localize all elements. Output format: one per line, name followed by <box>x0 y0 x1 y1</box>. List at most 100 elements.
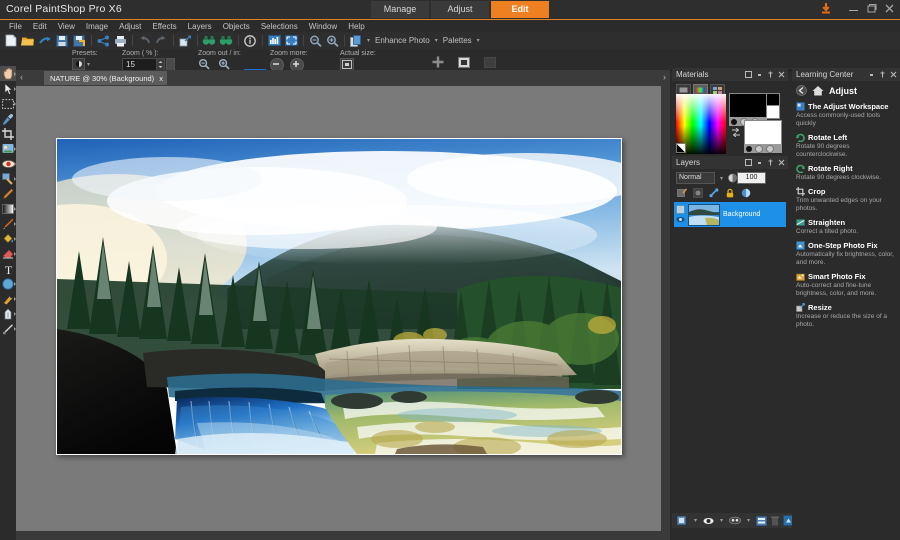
info-icon[interactable] <box>242 33 258 48</box>
back-arrow-icon[interactable] <box>796 85 807 96</box>
materials-menu-icon[interactable] <box>756 71 763 78</box>
print-icon[interactable] <box>112 33 128 48</box>
menu-window[interactable]: Window <box>304 22 343 31</box>
menu-adjust[interactable]: Adjust <box>114 22 147 31</box>
menu-effects[interactable]: Effects <box>147 22 182 31</box>
flood-fill-tool[interactable] <box>0 231 16 246</box>
save-as-icon[interactable] <box>71 33 87 48</box>
workspace-tab-adjust[interactable]: Adjust <box>431 1 489 18</box>
canvas-vertical-scrollbar[interactable] <box>661 86 670 540</box>
text-tool[interactable]: T <box>0 261 16 276</box>
background-material-bar[interactable] <box>744 144 782 153</box>
swap-colors-icon[interactable] <box>731 128 741 137</box>
zoom-out-button[interactable] <box>198 58 210 70</box>
learning-item-smart-photo-fix[interactable]: Smart Photo Fix Auto-correct and fine-tu… <box>792 269 900 300</box>
duplicate-dropdown-caret[interactable]: ▾ <box>367 37 370 44</box>
palettes-menu[interactable]: Palettes <box>440 36 475 45</box>
new-mask-icon[interactable] <box>703 516 714 526</box>
learning-center-pin-icon[interactable] <box>879 71 886 78</box>
duplicate-icon[interactable] <box>348 33 364 48</box>
layer-visibility-icon[interactable] <box>676 215 685 224</box>
presets-caret[interactable]: ▾ <box>87 61 90 68</box>
learning-item-rotate-right[interactable]: Rotate Right Rotate 90 degrees clockwise… <box>792 161 900 184</box>
scratch-remover-tool[interactable] <box>0 186 16 201</box>
opacity-input[interactable]: 100 <box>737 172 767 184</box>
resize-icon[interactable] <box>177 33 193 48</box>
download-updates-icon[interactable] <box>820 2 832 15</box>
menu-image[interactable]: Image <box>81 22 114 31</box>
layer-link-toggle-icon[interactable] <box>676 205 685 214</box>
menu-file[interactable]: File <box>4 22 28 31</box>
histogram-icon[interactable] <box>266 33 282 48</box>
new-raster-layer-icon[interactable] <box>677 188 687 198</box>
enhance-photo-menu[interactable]: Enhance Photo <box>372 36 433 45</box>
foreground-color-dot[interactable] <box>731 118 737 125</box>
minimize-button[interactable] <box>847 2 860 15</box>
smudge-tool[interactable] <box>0 291 16 306</box>
document-tab-nature[interactable]: NATURE @ 30% (Background) x <box>44 71 167 85</box>
tab-scroll-left[interactable]: ‹ <box>20 72 23 82</box>
canvas-horizontal-scrollbar[interactable] <box>16 531 670 540</box>
canvas-area[interactable] <box>16 86 670 540</box>
materials-maximize-icon[interactable] <box>745 71 752 78</box>
menu-view[interactable]: View <box>53 22 81 31</box>
layers-pin-icon[interactable] <box>767 159 774 166</box>
zoom-in-icon[interactable] <box>324 33 340 48</box>
gradient-tool[interactable] <box>0 201 16 216</box>
lock-icon[interactable] <box>725 188 735 198</box>
link-icon[interactable] <box>709 188 719 198</box>
crop-tool[interactable] <box>0 126 16 141</box>
selection-tool[interactable] <box>0 96 16 111</box>
materials-pin-icon[interactable] <box>767 71 774 78</box>
menu-help[interactable]: Help <box>343 22 370 31</box>
clone-brush-tool[interactable] <box>0 171 16 186</box>
pen-tool[interactable] <box>0 306 16 321</box>
redo-icon[interactable] <box>153 33 169 48</box>
new-adjustment-layer-icon[interactable] <box>741 188 751 198</box>
close-button[interactable] <box>883 2 896 15</box>
red-eye-tool[interactable] <box>0 156 16 171</box>
workspace-tab-edit[interactable]: Edit <box>491 1 549 18</box>
table-row[interactable]: Background <box>674 202 786 227</box>
black-white-swatch[interactable] <box>676 143 686 153</box>
opacity-control[interactable]: 100 <box>728 172 767 184</box>
layer-group-caret[interactable]: ▾ <box>747 517 750 524</box>
import-icon[interactable] <box>37 33 53 48</box>
background-pattern-dot[interactable] <box>766 144 774 153</box>
menu-objects[interactable]: Objects <box>218 22 256 31</box>
warp-brush-tool[interactable] <box>0 321 16 336</box>
menu-layers[interactable]: Layers <box>183 22 218 31</box>
learning-center-menu-icon[interactable] <box>868 71 875 78</box>
pan-tool[interactable] <box>0 66 16 81</box>
foreground-color-swatch[interactable] <box>729 93 767 119</box>
learning-item-straighten[interactable]: Straighten Correct a tilted photo. <box>792 215 900 238</box>
eraser-tool[interactable] <box>0 246 16 261</box>
tab-scroll-right[interactable]: › <box>663 72 666 82</box>
save-icon[interactable] <box>54 33 70 48</box>
fit-to-window-icon[interactable] <box>458 56 470 68</box>
pick-tool[interactable] <box>0 81 16 96</box>
binoculars-after-icon[interactable] <box>218 33 234 48</box>
home-icon[interactable] <box>812 85 824 96</box>
shape-tool[interactable] <box>0 276 16 291</box>
layer-properties-icon[interactable] <box>756 515 767 526</box>
workspace-tab-manage[interactable]: Manage <box>371 1 429 18</box>
document-tab-close-icon[interactable]: x <box>159 74 163 83</box>
tool-options-extra-icon[interactable] <box>484 56 496 68</box>
undo-icon[interactable] <box>136 33 152 48</box>
learning-item-the-adjust-workspace[interactable]: The Adjust Workspace Access commonly-use… <box>792 99 900 130</box>
blend-mode-select[interactable]: Normal <box>676 172 715 184</box>
enhance-photo-caret[interactable]: ▾ <box>435 37 438 44</box>
layers-menu-icon[interactable] <box>756 159 763 166</box>
palettes-caret[interactable]: ▾ <box>477 37 480 44</box>
zoom-out-icon[interactable] <box>307 33 323 48</box>
background-gradient-dot[interactable] <box>755 144 763 153</box>
move-crosshair-icon[interactable] <box>432 56 444 68</box>
new-mask-caret[interactable]: ▾ <box>720 517 723 524</box>
photo-nature-landscape[interactable] <box>57 139 621 454</box>
presets-swatch-icon[interactable] <box>72 58 85 70</box>
background-color-dot[interactable] <box>746 145 752 152</box>
blend-mode-caret[interactable]: ▾ <box>720 175 723 182</box>
open-folder-icon[interactable] <box>20 33 36 48</box>
delete-layer-icon[interactable] <box>771 516 780 526</box>
